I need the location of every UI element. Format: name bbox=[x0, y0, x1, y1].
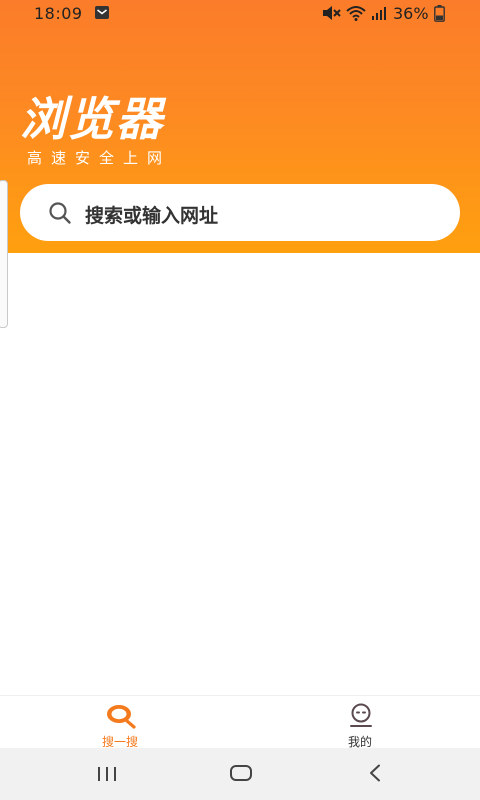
mute-icon bbox=[323, 6, 341, 20]
search-bar[interactable]: 搜索或输入网址 bbox=[20, 184, 460, 241]
search-icon bbox=[49, 202, 71, 224]
status-bar: 18:09 36% bbox=[0, 0, 480, 28]
app-title: 浏览器 bbox=[20, 92, 164, 146]
app-subtitle: 高速安全上网 bbox=[27, 149, 172, 167]
search-tab-icon bbox=[107, 705, 136, 729]
wifi-icon bbox=[346, 6, 366, 21]
tab-mine[interactable]: 我的 bbox=[300, 696, 420, 749]
mail-icon bbox=[95, 6, 109, 19]
battery-icon bbox=[434, 5, 445, 22]
search-placeholder: 搜索或输入网址 bbox=[85, 205, 219, 227]
recent-apps-icon[interactable] bbox=[96, 766, 118, 782]
tab-search[interactable]: 搜一搜 bbox=[60, 696, 180, 749]
edge-panel-handle[interactable] bbox=[0, 180, 8, 328]
signal-icon bbox=[372, 7, 386, 20]
status-time: 18:09 bbox=[34, 4, 83, 23]
system-nav-bar bbox=[0, 748, 480, 800]
back-icon[interactable] bbox=[368, 764, 382, 782]
face-icon bbox=[350, 703, 372, 727]
bottom-tab-bar: 搜一搜 我的 bbox=[0, 695, 480, 749]
home-icon[interactable] bbox=[230, 764, 252, 782]
battery-percent: 36% bbox=[393, 4, 429, 23]
hero-banner: 18:09 36% 浏览器 高速安全上网 搜索或输入网址 bbox=[0, 0, 480, 253]
